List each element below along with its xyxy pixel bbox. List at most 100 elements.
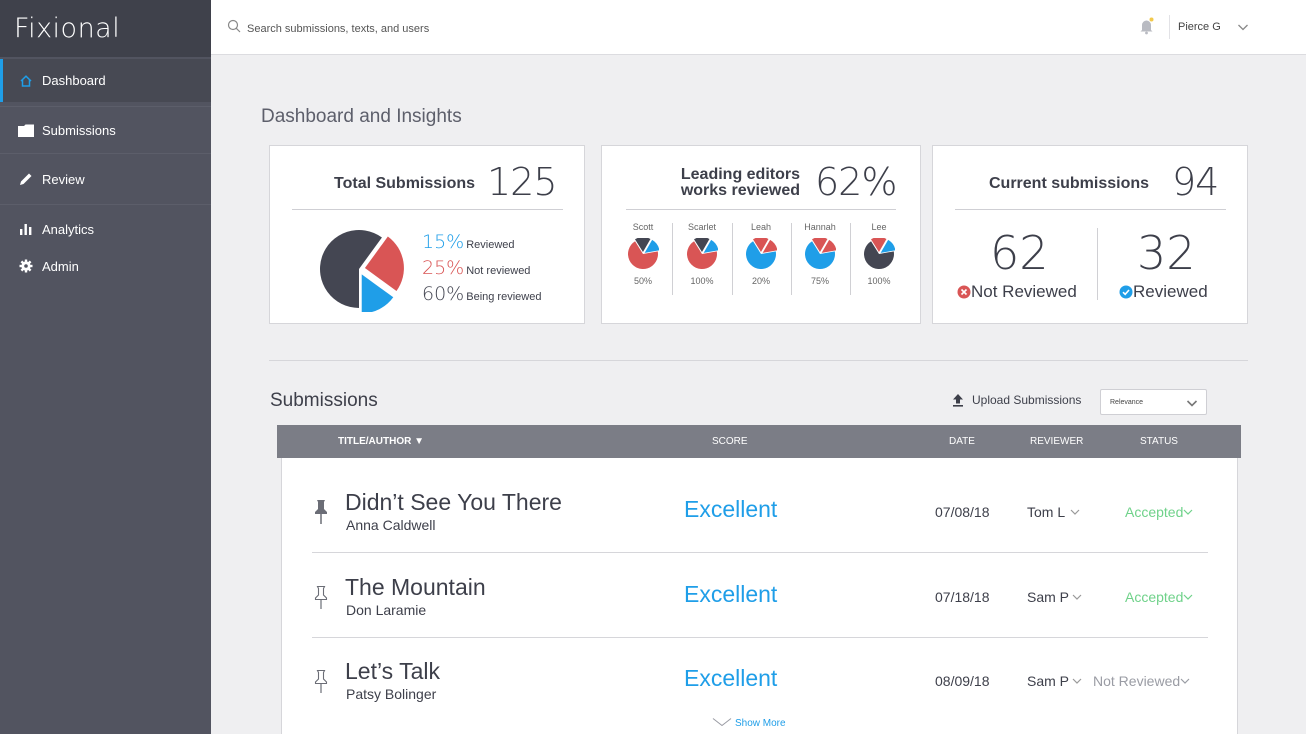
- chevron-down-icon: [712, 717, 732, 730]
- search-bar: [227, 19, 607, 38]
- sidebar-item-label: Analytics: [42, 221, 95, 237]
- legend-being-reviewed: 60% Being reviewed: [422, 283, 541, 305]
- legend-not-reviewed: 25% Not reviewed: [422, 257, 530, 279]
- chevron-down-icon: [1072, 673, 1082, 689]
- sidebar-item-submissions[interactable]: Submissions: [0, 108, 211, 152]
- submission-score: Excellent: [684, 665, 778, 691]
- reviewer-dropdown[interactable]: Tom L: [1027, 504, 1080, 520]
- top-bar: Pierce G: [211, 0, 1306, 55]
- leading-editors-card: Leading editors works reviewed 62% Scott…: [601, 145, 921, 324]
- sort-value: Relevance: [1110, 398, 1144, 406]
- card-label: Current submissions: [989, 175, 1150, 192]
- not-reviewed-text: Not Reviewed: [971, 282, 1077, 301]
- folder-icon: [18, 122, 34, 138]
- editor-lee: Lee 100%: [850, 222, 908, 286]
- total-submissions-card: Total Submissions 125 15% Reviewed 25% N…: [269, 145, 585, 324]
- card-label-line-2: works reviewed: [680, 182, 800, 199]
- column-header-reviewer[interactable]: REVIEWER: [1030, 436, 1083, 447]
- pin-outline-icon[interactable]: [313, 668, 329, 701]
- reviewed-text: Reviewed: [1133, 282, 1208, 301]
- sidebar-item-label: Admin: [42, 258, 79, 274]
- table-row[interactable]: Didn’t See You There Anna Caldwell Excel…: [282, 466, 1239, 553]
- sidebar: Fixional Dashboard Submissions Review An…: [0, 0, 211, 734]
- page-title: Dashboard and Insights: [261, 106, 462, 127]
- submission-author: Patsy Bolinger: [346, 686, 437, 702]
- editor-scarlet: Scarlet 100%: [673, 222, 731, 286]
- chevron-down-icon[interactable]: [1237, 20, 1249, 38]
- legend-pct: 25%: [422, 257, 465, 279]
- submission-date: 07/18/18: [935, 589, 990, 605]
- card-label-line-1: Leading editors: [680, 166, 800, 183]
- sort-down-icon: ▼: [414, 436, 425, 447]
- editor-name: Scott: [632, 222, 654, 232]
- editor-scott: Scott 50%: [614, 222, 672, 286]
- legend-pct: 15%: [422, 231, 465, 253]
- check-circle-icon: [1119, 285, 1133, 299]
- status-dropdown[interactable]: Not Reviewed: [1093, 673, 1190, 689]
- upload-icon: [952, 393, 964, 407]
- editor-pie-icon: [746, 238, 777, 269]
- status-dropdown[interactable]: Accepted: [1125, 504, 1193, 520]
- search-icon: [227, 19, 241, 38]
- sort-select[interactable]: Relevance: [1100, 389, 1207, 415]
- sidebar-item-analytics[interactable]: Analytics: [0, 208, 211, 250]
- submission-title[interactable]: Let’s Talk: [345, 658, 440, 685]
- pencil-icon: [18, 171, 34, 187]
- submission-author: Anna Caldwell: [346, 517, 436, 533]
- sidebar-item-dashboard[interactable]: Dashboard: [0, 59, 211, 102]
- sidebar-item-label: Review: [42, 171, 85, 187]
- chevron-down-icon: [1183, 504, 1193, 520]
- brand-name: Fixional: [14, 13, 121, 44]
- editor-pct: 100%: [867, 276, 891, 286]
- table-row[interactable]: Let’s Talk Patsy Bolinger Excellent 08/0…: [282, 635, 1239, 720]
- legend-pct: 60%: [422, 283, 465, 305]
- legend-label: Reviewed: [466, 239, 515, 251]
- card-value: 94: [1172, 160, 1219, 204]
- status-value: Accepted: [1125, 589, 1184, 605]
- sidebar-item-admin[interactable]: Admin: [0, 247, 211, 285]
- editor-pct: 20%: [751, 276, 770, 286]
- submission-score: Excellent: [684, 496, 778, 522]
- chevron-down-icon: [1180, 673, 1190, 689]
- editor-pct: 75%: [810, 276, 829, 286]
- status-value: Accepted: [1125, 504, 1184, 520]
- show-more-button[interactable]: Show More: [712, 717, 786, 730]
- chevron-down-icon: [1186, 397, 1198, 411]
- not-reviewed-label: Not Reviewed: [957, 282, 1077, 302]
- column-header-score[interactable]: SCORE: [712, 436, 748, 447]
- brand-logo[interactable]: Fixional: [0, 0, 211, 57]
- reviewer-name: Tom L: [1027, 504, 1066, 520]
- editor-name: Hannah: [804, 222, 836, 232]
- status-dropdown[interactable]: Accepted: [1125, 589, 1193, 605]
- search-input[interactable]: [247, 22, 607, 35]
- chevron-down-icon: [1183, 589, 1193, 605]
- reviewed-label: Reviewed: [1119, 282, 1208, 302]
- table-row[interactable]: The Mountain Don Laramie Excellent 07/18…: [282, 551, 1239, 638]
- submissions-table: Didn’t See You There Anna Caldwell Excel…: [281, 458, 1238, 734]
- card-value: 62%: [815, 160, 897, 204]
- editor-pie-icon: [864, 238, 895, 269]
- editor-pct: 50%: [633, 276, 652, 286]
- editor-pie-icon: [805, 238, 836, 269]
- pin-outline-icon[interactable]: [313, 584, 329, 617]
- reviewer-name: Sam P: [1027, 589, 1070, 605]
- status-value: Not Reviewed: [1093, 673, 1181, 689]
- submission-title[interactable]: The Mountain: [345, 574, 486, 601]
- reviewer-dropdown[interactable]: Sam P: [1027, 673, 1082, 689]
- column-header-status[interactable]: STATUS: [1140, 436, 1178, 447]
- bell-icon[interactable]: [1139, 17, 1155, 40]
- editor-name: Lee: [871, 222, 887, 232]
- sidebar-item-review[interactable]: Review: [0, 157, 211, 201]
- user-name[interactable]: Pierce G: [1178, 21, 1221, 33]
- submission-date: 07/08/18: [935, 504, 990, 520]
- reviewed-count: 32: [1137, 226, 1196, 280]
- reviewer-dropdown[interactable]: Sam P: [1027, 589, 1082, 605]
- submission-title[interactable]: Didn’t See You There: [345, 489, 562, 516]
- column-header-date[interactable]: DATE: [949, 436, 975, 447]
- pin-filled-icon[interactable]: [313, 498, 329, 531]
- editor-pct: 100%: [690, 276, 714, 286]
- upload-submissions-button[interactable]: Upload Submissions: [952, 393, 1081, 407]
- column-header-title[interactable]: TITLE/AUTHOR ▼: [338, 436, 424, 447]
- not-reviewed-count: 62: [990, 226, 1049, 280]
- editor-hannah: Hannah 75%: [791, 222, 849, 286]
